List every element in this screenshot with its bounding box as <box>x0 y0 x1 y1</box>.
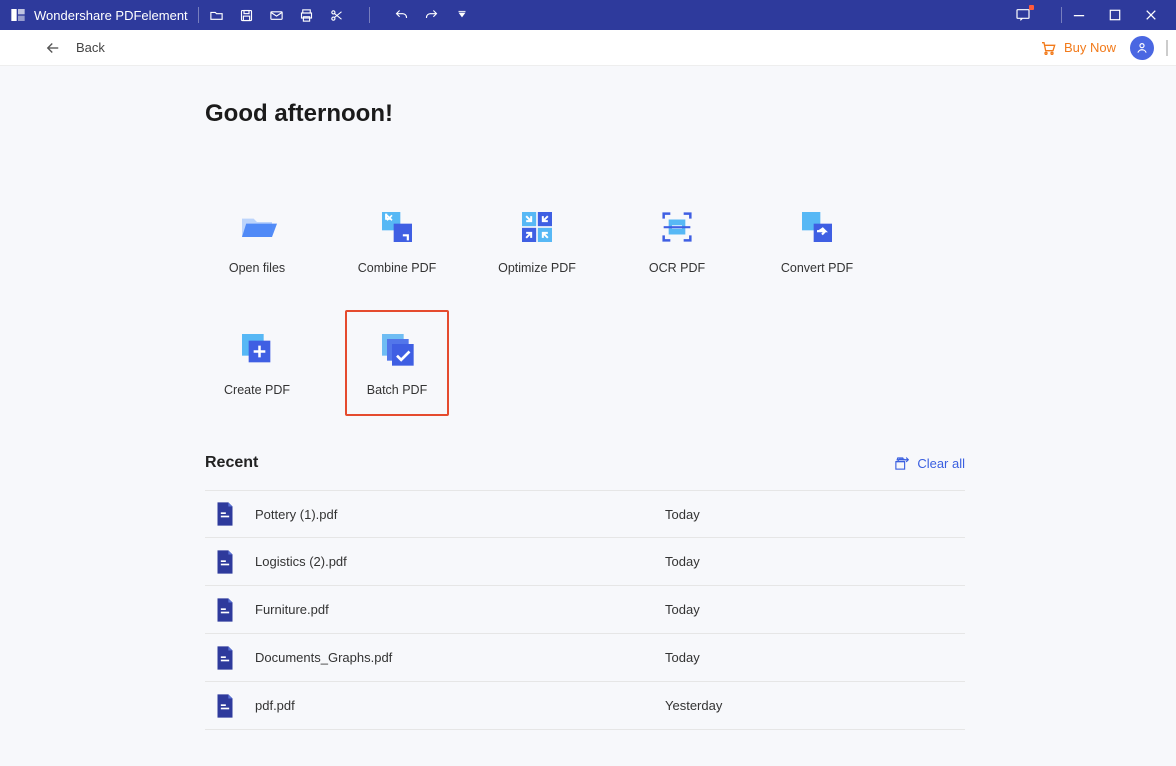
recent-title: Recent <box>205 454 258 472</box>
main: Good afternoon! Open files Combine PDF <box>0 66 1176 766</box>
buy-now-label: Buy Now <box>1064 40 1116 55</box>
action-optimize-pdf[interactable]: Optimize PDF <box>485 188 589 294</box>
clear-icon <box>894 456 909 471</box>
file-name: pdf.pdf <box>255 698 665 713</box>
separator <box>1061 7 1062 23</box>
buy-now-button[interactable]: Buy Now <box>1040 40 1116 56</box>
folder-icon <box>237 207 277 247</box>
back-label: Back <box>76 40 105 55</box>
optimize-icon <box>517 207 557 247</box>
action-label: Open files <box>229 261 285 275</box>
cart-icon <box>1040 40 1056 56</box>
pdf-file-icon <box>215 646 235 670</box>
print-icon[interactable] <box>299 7 315 23</box>
feedback-icon[interactable] <box>1015 7 1031 23</box>
page-title: Good afternoon! <box>205 100 965 128</box>
back-arrow-icon <box>44 39 62 57</box>
clear-all-button[interactable]: Clear all <box>894 456 965 471</box>
file-name: Furniture.pdf <box>255 602 665 617</box>
batch-icon <box>377 329 417 369</box>
action-ocr-pdf[interactable]: OCR PDF <box>625 188 729 294</box>
file-name: Pottery (1).pdf <box>255 507 665 522</box>
close-button[interactable] <box>1144 8 1158 22</box>
save-icon[interactable] <box>239 7 255 23</box>
user-avatar[interactable] <box>1130 36 1154 60</box>
mail-icon[interactable] <box>269 7 285 23</box>
user-icon <box>1135 41 1149 55</box>
scissors-icon[interactable] <box>329 7 345 23</box>
ocr-icon <box>657 207 697 247</box>
file-name: Logistics (2).pdf <box>255 554 665 569</box>
recent-item[interactable]: Pottery (1).pdfToday <box>205 490 965 538</box>
titlebar: Wondershare PDFelement <box>0 0 1176 30</box>
window-controls <box>1072 8 1158 22</box>
recent-item[interactable]: Documents_Graphs.pdfToday <box>205 634 965 682</box>
back-button[interactable]: Back <box>44 39 105 57</box>
minimize-button[interactable] <box>1072 8 1086 22</box>
app-title: Wondershare PDFelement <box>34 8 188 23</box>
maximize-button[interactable] <box>1108 8 1122 22</box>
action-batch-pdf[interactable]: Batch PDF <box>345 310 449 416</box>
actions-grid: Open files Combine PDF <box>205 188 965 416</box>
file-name: Documents_Graphs.pdf <box>255 650 665 665</box>
pdf-file-icon <box>215 694 235 718</box>
folder-open-icon[interactable] <box>209 7 225 23</box>
menu-handle[interactable] <box>1166 40 1168 56</box>
recent-item[interactable]: Logistics (2).pdfToday <box>205 538 965 586</box>
recent-item[interactable]: pdf.pdfYesterday <box>205 682 965 730</box>
file-date: Today <box>665 507 700 522</box>
pdf-file-icon <box>215 502 235 526</box>
dropdown-icon[interactable] <box>454 7 470 23</box>
recent-list: Pottery (1).pdfTodayLogistics (2).pdfTod… <box>205 490 965 730</box>
action-combine-pdf[interactable]: Combine PDF <box>345 188 449 294</box>
action-label: OCR PDF <box>649 261 705 275</box>
action-convert-pdf[interactable]: Convert PDF <box>765 188 869 294</box>
separator <box>369 7 370 23</box>
undo-icon[interactable] <box>394 7 410 23</box>
redo-icon[interactable] <box>424 7 440 23</box>
action-label: Combine PDF <box>358 261 437 275</box>
action-create-pdf[interactable]: Create PDF <box>205 310 309 416</box>
file-date: Today <box>665 602 700 617</box>
action-label: Optimize PDF <box>498 261 576 275</box>
recent-item[interactable]: Furniture.pdfToday <box>205 586 965 634</box>
recent-section: Recent Clear all Pottery (1).pdfTodayLog… <box>205 454 965 730</box>
create-icon <box>237 329 277 369</box>
file-date: Today <box>665 650 700 665</box>
action-label: Convert PDF <box>781 261 853 275</box>
action-open-files[interactable]: Open files <box>205 188 309 294</box>
clear-all-label: Clear all <box>917 456 965 471</box>
pdf-file-icon <box>215 598 235 622</box>
quick-access-toolbar <box>209 7 470 23</box>
app-logo-icon <box>10 7 26 23</box>
convert-icon <box>797 207 837 247</box>
subheader: Back Buy Now <box>0 30 1176 66</box>
separator <box>198 7 199 23</box>
action-label: Batch PDF <box>367 383 427 397</box>
combine-icon <box>377 207 417 247</box>
action-label: Create PDF <box>224 383 290 397</box>
pdf-file-icon <box>215 550 235 574</box>
file-date: Today <box>665 554 700 569</box>
file-date: Yesterday <box>665 698 722 713</box>
